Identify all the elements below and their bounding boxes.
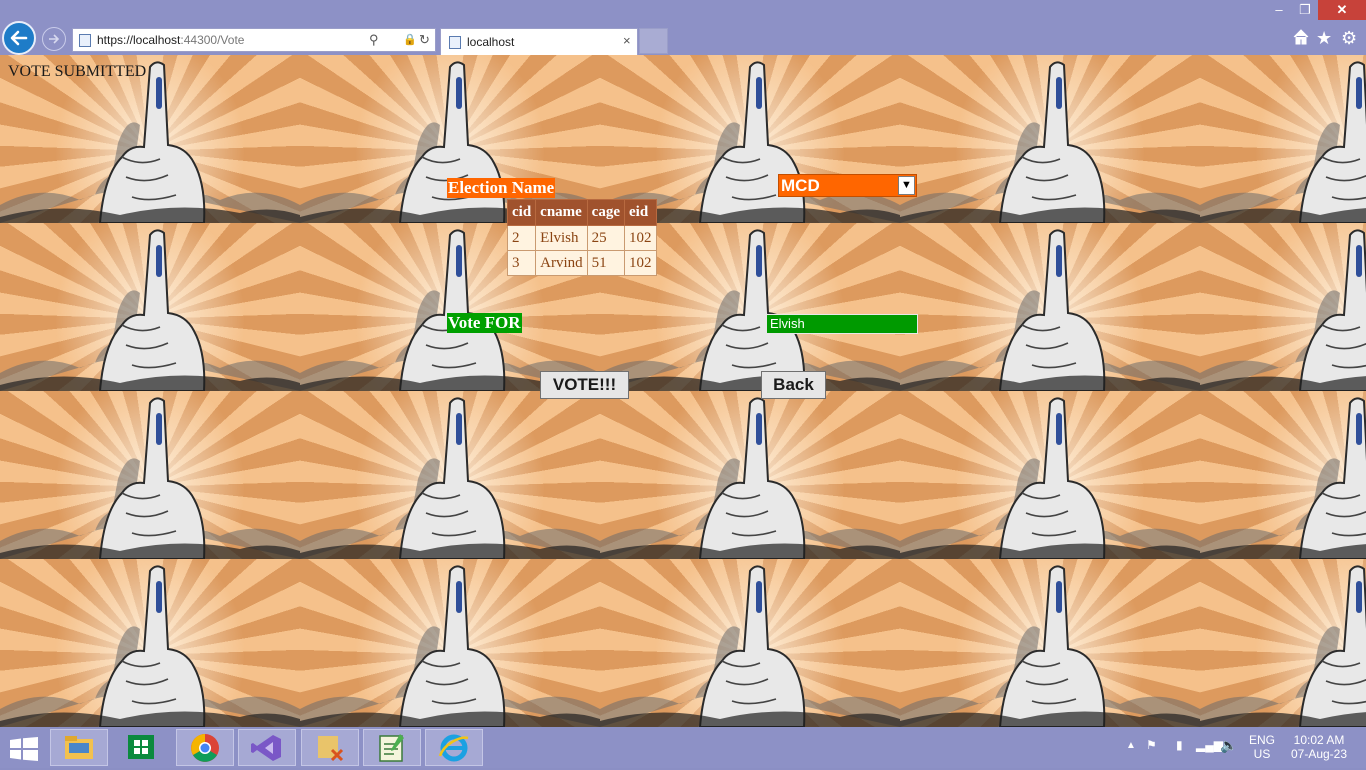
arrow-right-icon <box>49 34 60 44</box>
tab-title: localhost <box>467 35 515 49</box>
clock-time: 10:02 AM <box>1293 733 1345 747</box>
close-icon[interactable]: ✕ <box>1318 0 1366 20</box>
table-cell: 102 <box>624 225 657 251</box>
minimize-icon[interactable]: – <box>1266 0 1292 20</box>
voting-hand-image <box>1200 559 1366 727</box>
column-header: cage <box>586 199 626 226</box>
back-nav-button[interactable] <box>2 21 36 55</box>
lock-icon[interactable]: 🔒 <box>403 33 417 46</box>
taskbar: ▲ ⚑ ▮ ▂▄▆ 🔈 ENG US 10:02 AM 07-Aug-23 <box>0 727 1366 768</box>
notepad-icon[interactable] <box>363 729 421 766</box>
column-header: cid <box>506 199 537 226</box>
address-bar[interactable]: https://localhost:44300/Vote ⚲ 🔒 ↻ <box>72 28 436 52</box>
clock-date: 07-Aug-23 <box>1290 747 1348 761</box>
refresh-icon[interactable]: ↻ <box>419 32 430 48</box>
status-message: VOTE SUBMITTED <box>8 63 147 80</box>
home-icon[interactable] <box>1292 28 1310 46</box>
gear-icon[interactable]: ⚙ <box>1341 28 1357 49</box>
tab-close-icon[interactable]: × <box>623 33 631 48</box>
windows-start-icon[interactable] <box>10 737 38 761</box>
voting-hand-image <box>600 559 900 727</box>
chrome-icon[interactable] <box>176 729 234 766</box>
forward-nav-button[interactable] <box>42 27 66 51</box>
table-cell: 25 <box>586 225 626 251</box>
internet-explorer-icon[interactable] <box>425 729 483 766</box>
voting-hand-image <box>300 559 600 727</box>
table-cell: Elvish <box>535 225 588 251</box>
vote-for-field[interactable]: Elvish <box>766 314 918 334</box>
action-center-icon[interactable]: ⚑ <box>1146 738 1157 752</box>
voting-hand-image <box>900 391 1200 560</box>
candidate-table: cid cname cage eid 2 Elvish 25 102 3 Arv… <box>506 199 657 276</box>
election-name-label: Election Name <box>447 178 556 198</box>
region-code: US <box>1253 747 1271 761</box>
vote-for-label: Vote FOR <box>447 313 522 333</box>
voting-hand-image <box>0 223 300 392</box>
file-explorer-icon[interactable] <box>50 729 108 766</box>
voting-hand-image <box>900 559 1200 727</box>
url-text[interactable]: https://localhost:44300/Vote <box>97 33 244 47</box>
page-content: VOTE SUBMITTED Election Name MCD ▼ cid c… <box>0 55 1366 727</box>
table-row: 2 Elvish 25 102 <box>506 225 657 251</box>
election-selected-value: MCD <box>781 176 820 195</box>
visual-studio-icon[interactable] <box>238 729 296 766</box>
search-icon[interactable]: ⚲ <box>369 32 379 48</box>
app-5-icon[interactable] <box>301 729 359 766</box>
volume-icon[interactable]: 🔈 <box>1220 737 1237 754</box>
new-tab-button[interactable] <box>639 28 668 54</box>
back-button[interactable]: Back <box>761 371 826 399</box>
table-cell: 51 <box>586 250 626 276</box>
browser-chrome: – ❐ ✕ https://localhost:44300/Vote ⚲ 🔒 ↻… <box>0 0 1366 55</box>
signal-icon[interactable]: ▂▄▆ <box>1196 738 1223 752</box>
voting-hand-image <box>1200 55 1366 224</box>
store-icon[interactable] <box>113 729 171 766</box>
voting-hand-image <box>1200 223 1366 392</box>
restore-icon[interactable]: ❐ <box>1292 0 1318 20</box>
column-header: cname <box>535 199 588 226</box>
vote-button[interactable]: VOTE!!! <box>540 371 629 399</box>
table-row: 3 Arvind 51 102 <box>506 250 657 276</box>
election-select[interactable]: MCD ▼ <box>778 174 917 197</box>
voting-hand-image <box>900 55 1200 224</box>
table-cell: 2 <box>506 225 537 251</box>
voting-hand-image <box>600 391 900 560</box>
column-header: eid <box>624 199 657 226</box>
language-indicator[interactable]: ENG US <box>1249 733 1275 761</box>
voting-hand-image <box>300 391 600 560</box>
table-cell: 102 <box>624 250 657 276</box>
voting-hand-image <box>0 559 300 727</box>
chevron-down-icon[interactable]: ▼ <box>898 176 915 195</box>
star-icon[interactable]: ★ <box>1316 28 1332 49</box>
language-code: ENG <box>1249 733 1276 747</box>
table-header-row: cid cname cage eid <box>506 199 657 226</box>
page-icon <box>449 36 461 49</box>
voting-hand-image <box>600 55 900 224</box>
page-icon <box>79 34 91 47</box>
clock[interactable]: 10:02 AM 07-Aug-23 <box>1288 733 1350 761</box>
chevron-up-icon[interactable]: ▲ <box>1126 740 1136 751</box>
voting-hand-image <box>0 391 300 560</box>
voting-hand-image <box>900 223 1200 392</box>
arrow-left-icon <box>10 30 28 46</box>
voting-hand-image <box>1200 391 1366 560</box>
table-cell: Arvind <box>535 250 588 276</box>
table-cell: 3 <box>506 250 537 276</box>
battery-icon[interactable]: ▮ <box>1176 738 1183 752</box>
tab-localhost[interactable]: localhost × <box>440 28 638 55</box>
